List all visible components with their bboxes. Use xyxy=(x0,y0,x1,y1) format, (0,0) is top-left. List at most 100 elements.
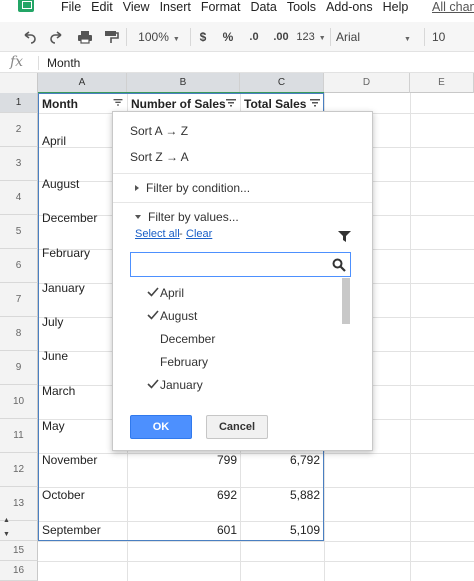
redo-icon[interactable] xyxy=(48,28,66,46)
clear-link[interactable]: Clear xyxy=(186,228,212,240)
column-header-d[interactable]: D xyxy=(324,73,410,93)
menu-file[interactable]: File xyxy=(56,0,86,18)
filter-icon[interactable] xyxy=(226,99,236,108)
cell-total-sales[interactable]: 5,882 xyxy=(270,488,320,502)
gridline xyxy=(38,561,474,562)
cell-month[interactable]: May xyxy=(42,419,65,433)
menu-data[interactable]: Data xyxy=(245,0,281,18)
row-header[interactable]: 4 xyxy=(0,181,38,215)
increase-decimal-button[interactable]: .00 xyxy=(270,28,292,46)
font-size-value: 10 xyxy=(432,30,446,44)
decrease-decimal-button[interactable]: .0 xyxy=(244,28,264,46)
sort-a-z-option[interactable]: Sort A → Z xyxy=(130,124,188,138)
all-changes-link[interactable]: All chan xyxy=(432,0,474,14)
font-size-select[interactable]: 10 xyxy=(432,28,462,46)
gridline xyxy=(410,93,411,581)
cell-month[interactable]: July xyxy=(42,315,63,329)
cell-month[interactable]: June xyxy=(42,349,68,363)
value-option-december[interactable]: December xyxy=(130,329,340,351)
percent-format-button[interactable]: % xyxy=(221,28,235,46)
row-header[interactable]: 16 xyxy=(0,561,38,581)
zoom-select[interactable]: 100% ▼ xyxy=(134,28,184,46)
filter-by-values-toggle[interactable]: Filter by values... xyxy=(135,210,239,224)
toolbar-divider xyxy=(190,28,191,46)
row-header[interactable]: 7 xyxy=(0,283,38,317)
cell-number-of-sales[interactable]: 799 xyxy=(200,453,237,467)
cell-month[interactable]: February xyxy=(42,246,90,260)
row-header[interactable]: 8 xyxy=(0,317,38,351)
popup-divider xyxy=(113,202,372,203)
menu-edit[interactable]: Edit xyxy=(86,0,118,18)
paint-format-icon[interactable] xyxy=(102,28,120,46)
cell-month[interactable]: August xyxy=(42,177,79,191)
row-header[interactable]: 3 xyxy=(0,147,38,181)
row-header[interactable]: 1 xyxy=(0,93,38,113)
row-header[interactable]: 15 xyxy=(0,541,38,561)
header-cell-month[interactable]: Month xyxy=(42,97,78,111)
values-scrollbar[interactable] xyxy=(342,278,350,324)
cell-month[interactable]: October xyxy=(42,488,85,502)
menu-bar: File Edit View Insert Format Data Tools … xyxy=(0,0,474,18)
column-header-b[interactable]: B xyxy=(127,73,240,93)
header-cell-number-of-sales[interactable]: Number of Sales xyxy=(131,97,226,111)
values-search-box[interactable] xyxy=(130,252,351,277)
filter-by-values-label: Filter by values... xyxy=(148,210,239,224)
sheets-logo-icon[interactable] xyxy=(0,0,34,18)
value-option-february[interactable]: February xyxy=(130,352,340,374)
cell-month[interactable]: January xyxy=(42,281,85,295)
cell-total-sales[interactable]: 6,792 xyxy=(270,453,320,467)
menu-insert[interactable]: Insert xyxy=(155,0,196,18)
menu-view[interactable]: View xyxy=(118,0,155,18)
expand-rows-up-icon[interactable]: ▲ xyxy=(3,517,10,524)
formula-input[interactable]: Month xyxy=(47,56,80,70)
values-search-input[interactable] xyxy=(135,256,325,273)
select-all-link[interactable]: Select all xyxy=(135,228,180,240)
menu-add-ons[interactable]: Add-ons xyxy=(321,0,378,18)
column-header-e[interactable]: E xyxy=(410,73,474,93)
cell-total-sales[interactable]: 5,109 xyxy=(270,523,320,537)
row-header[interactable]: 12 xyxy=(0,453,38,487)
select-all-corner[interactable] xyxy=(0,73,38,93)
filter-icon[interactable] xyxy=(310,99,320,108)
cell-month[interactable]: April xyxy=(42,134,66,148)
chevron-down-icon: ▼ xyxy=(172,36,180,43)
value-option-april[interactable]: April xyxy=(130,283,340,305)
cell-month[interactable]: November xyxy=(42,453,97,467)
sort-z-a-option[interactable]: Sort Z → A xyxy=(130,150,189,164)
cell-number-of-sales[interactable]: 692 xyxy=(200,488,237,502)
currency-format-button[interactable]: $ xyxy=(196,28,210,46)
value-option-january[interactable]: January xyxy=(130,375,340,397)
column-header-a[interactable]: A xyxy=(38,73,127,93)
font-select[interactable]: Arial ▼ xyxy=(336,28,418,46)
expand-rows-down-icon[interactable]: ▼ xyxy=(3,531,10,538)
cancel-button[interactable]: Cancel xyxy=(206,415,268,439)
cell-month[interactable]: September xyxy=(42,523,101,537)
filter-by-condition-label: Filter by condition... xyxy=(146,181,251,195)
ok-button[interactable]: OK xyxy=(130,415,192,439)
menu-format[interactable]: Format xyxy=(196,0,246,18)
value-option-august[interactable]: August xyxy=(130,306,340,328)
menu-help[interactable]: Help xyxy=(378,0,414,18)
header-cell-total-sales[interactable]: Total Sales xyxy=(244,97,306,111)
checkmark-icon xyxy=(147,310,159,320)
row-header[interactable]: 6 xyxy=(0,249,38,283)
cell-month[interactable]: December xyxy=(42,211,97,225)
filter-range-indicator xyxy=(38,92,324,94)
filter-by-condition-toggle[interactable]: Filter by condition... xyxy=(135,181,250,195)
row-header[interactable]: 5 xyxy=(0,215,38,249)
row-header[interactable]: 13 xyxy=(0,487,38,521)
value-label: April xyxy=(160,286,185,300)
row-header[interactable]: 2 xyxy=(0,113,38,147)
search-icon xyxy=(332,258,346,272)
cell-month[interactable]: March xyxy=(42,384,75,398)
undo-icon[interactable] xyxy=(20,28,38,46)
print-icon[interactable] xyxy=(76,28,94,46)
column-header-c[interactable]: C xyxy=(240,73,324,93)
row-header[interactable]: 10 xyxy=(0,385,38,419)
row-header[interactable]: 9 xyxy=(0,351,38,385)
row-header[interactable]: 11 xyxy=(0,419,38,453)
menu-tools[interactable]: Tools xyxy=(282,0,321,18)
filter-icon[interactable] xyxy=(113,99,123,107)
cell-number-of-sales[interactable]: 601 xyxy=(200,523,237,537)
number-format-select[interactable]: 123 ▼ xyxy=(296,28,326,46)
